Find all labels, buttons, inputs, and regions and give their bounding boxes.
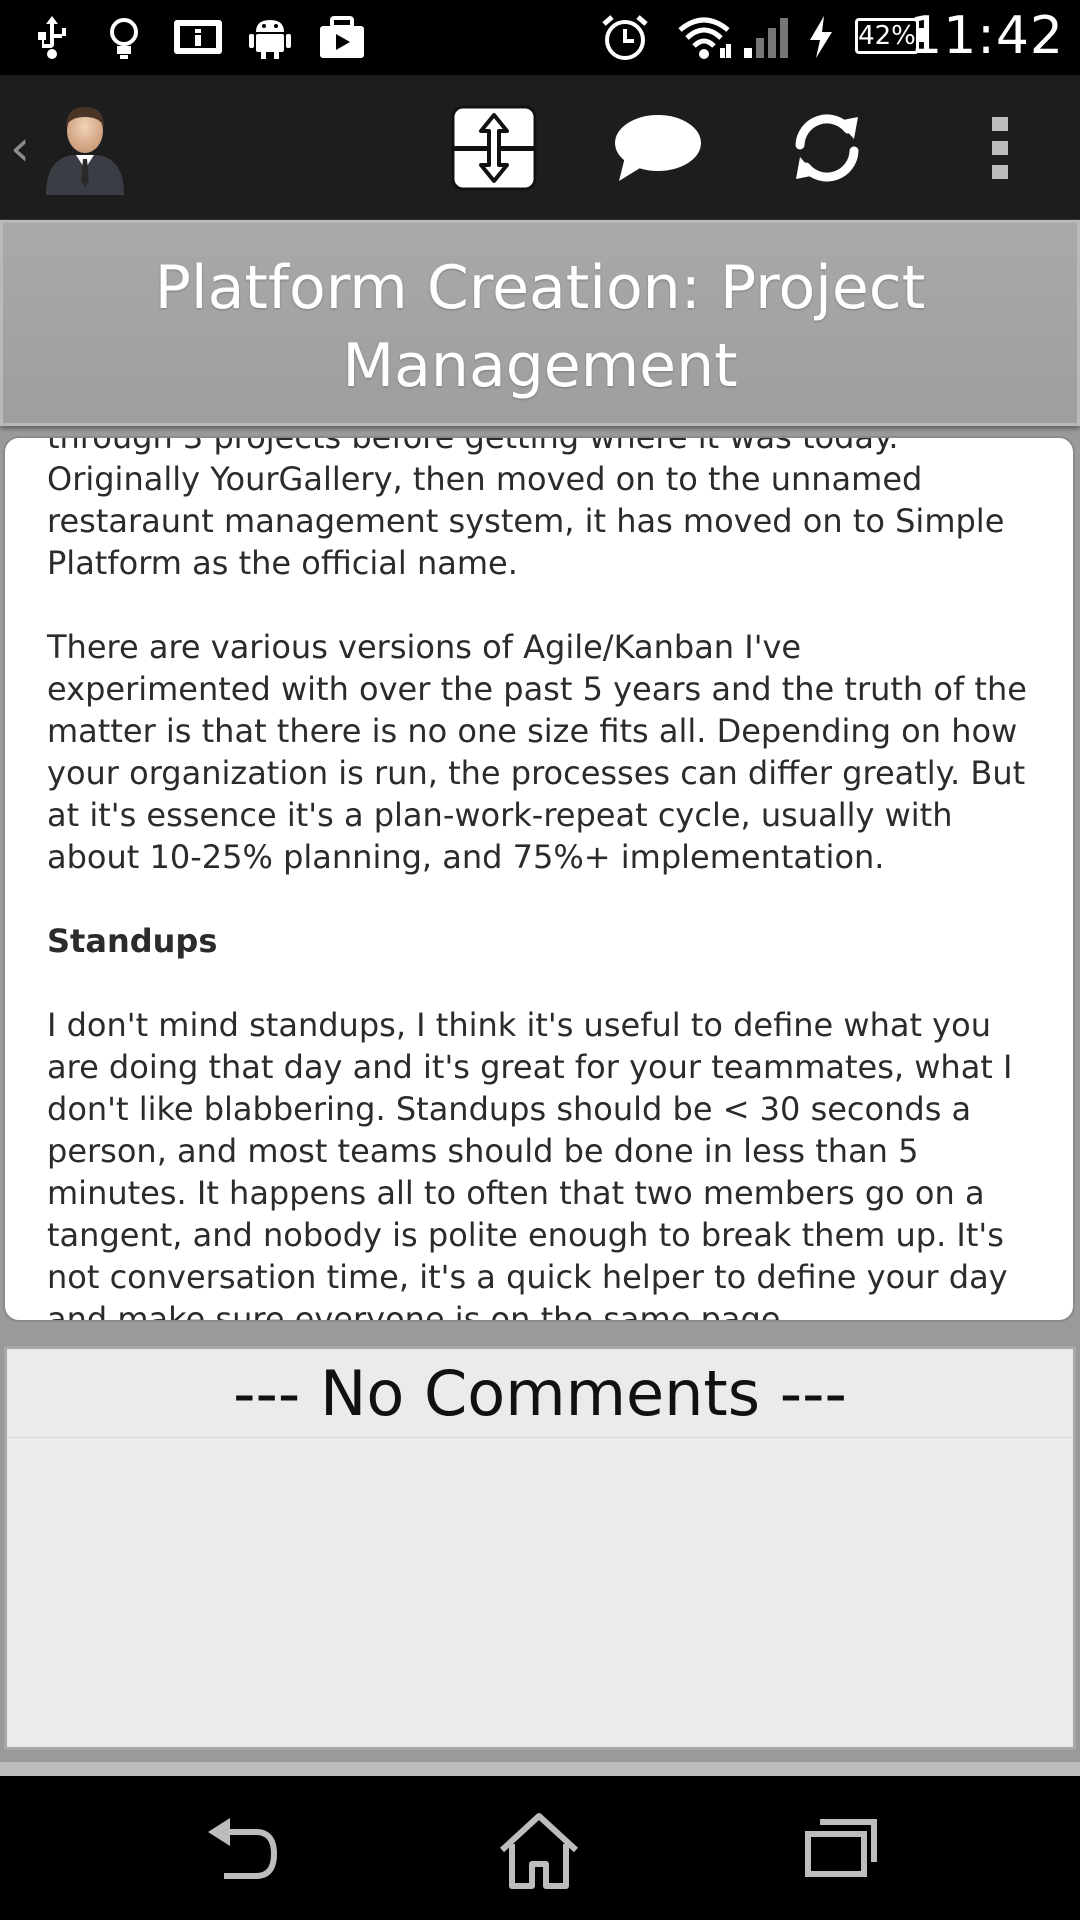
status-time: 11:42 [909,6,1064,66]
article-paragraph: There are various versions of Agile/Kanb… [47,628,1027,876]
avatar[interactable] [42,97,128,195]
alarm-icon [600,14,650,66]
action-bar: ‹ [0,75,1080,221]
article-card[interactable]: through 3 projects before getting where … [3,436,1075,1322]
title-banner: Platform Creation: Project Management [0,220,1080,426]
recents-icon[interactable] [796,1810,886,1890]
charging-icon [806,14,836,64]
media-icon [318,14,366,64]
comment-icon[interactable] [613,103,703,193]
no-comments-label: --- No Comments --- [233,1357,847,1430]
article-body: through 3 projects before getting where … [47,436,1035,1322]
comments-header: --- No Comments --- [7,1349,1073,1438]
overflow-menu-icon[interactable] [980,103,1020,193]
usb-icon [32,14,72,64]
refresh-icon[interactable] [782,103,872,193]
nav-bar [0,1776,1080,1920]
wifi-icon [676,14,732,64]
back-icon[interactable] [196,1810,286,1890]
panel-divider [0,1762,1080,1776]
section-heading: Standups [47,922,218,960]
page-title: Platform Creation: Project Management [154,253,926,401]
expand-icon[interactable] [449,103,539,193]
article-paragraph: Originally YourGallery, then moved on to… [47,460,1005,582]
battery-percent: 42% [858,21,916,51]
info-icon [172,14,224,64]
status-bar: 42% 11:42 [0,0,1080,75]
article-paragraph: I don't mind standups, I think it's usef… [47,1006,1013,1322]
home-icon[interactable] [494,1810,584,1890]
up-chevron-icon[interactable]: ‹ [10,123,30,173]
article-partial-line: through 3 projects before getting where … [47,436,899,456]
android-icon [248,14,292,64]
signal-icon [742,14,792,64]
bulb-icon [104,14,144,64]
comments-panel: --- No Comments --- [4,1346,1076,1750]
